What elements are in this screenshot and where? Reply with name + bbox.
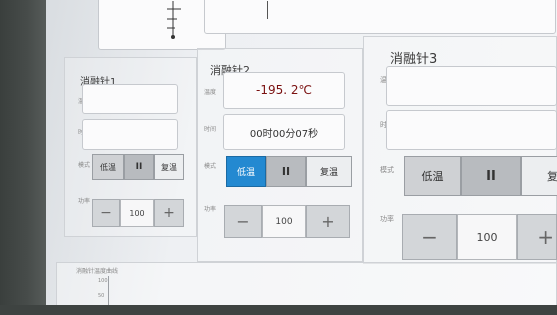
low-temp-button[interactable]: 低温 [404,156,461,196]
power-label: 功率 [380,215,394,223]
low-temp-button[interactable]: 低温 [92,154,124,180]
temperature-value: -195. 2℃ [256,83,312,97]
temperature-label: 温度 [204,89,217,96]
rewarm-button[interactable]: 复温 [306,156,352,187]
pause-button[interactable]: II [461,156,521,196]
chart-y-axis [108,276,109,305]
top-panel-right [204,0,556,34]
decrease-button[interactable]: − [224,205,262,238]
power-value[interactable]: 100 [120,199,154,227]
time-value: 00时00分07秒 [249,129,319,140]
pause-button[interactable]: II [266,156,306,187]
increase-button[interactable]: + [517,214,557,260]
mode-label: 模式 [204,163,217,170]
monitor-bezel-bottom [0,305,557,315]
power-value[interactable]: 100 [262,205,306,238]
temperature-chart-panel [56,262,557,305]
chart-fragment-icon [167,1,181,39]
rewarm-button[interactable]: 复温 [154,154,184,180]
temperature-display [82,84,178,114]
temperature-display [386,66,557,106]
time-display [82,119,178,150]
power-label: 功率 [204,206,217,213]
mode-label: 模式 [380,166,394,174]
y-tick-label: 50 [98,293,105,299]
pause-button[interactable]: II [124,154,154,180]
time-display [386,110,557,150]
decrease-button[interactable]: − [402,214,457,260]
needle-title: 消融针3 [390,52,438,67]
increase-button[interactable]: + [306,205,350,238]
power-value[interactable]: 100 [457,214,517,260]
time-label: 时间 [204,126,217,133]
chart-title: 消融针温度曲线 [76,268,119,275]
rewarm-button[interactable]: 复 [521,156,557,196]
increase-button[interactable]: + [154,199,184,227]
y-tick-label: 100 [98,278,108,284]
mode-label: 模式 [78,162,91,169]
control-screen: 消融针1 温度 时间 模式 低温 II 复温 功率 − 100 + 消融针2 温… [46,0,557,305]
monitor-bezel [0,0,50,315]
decrease-button[interactable]: − [92,199,120,227]
low-temp-button[interactable]: 低温 [226,156,266,187]
power-label: 功率 [78,198,91,205]
